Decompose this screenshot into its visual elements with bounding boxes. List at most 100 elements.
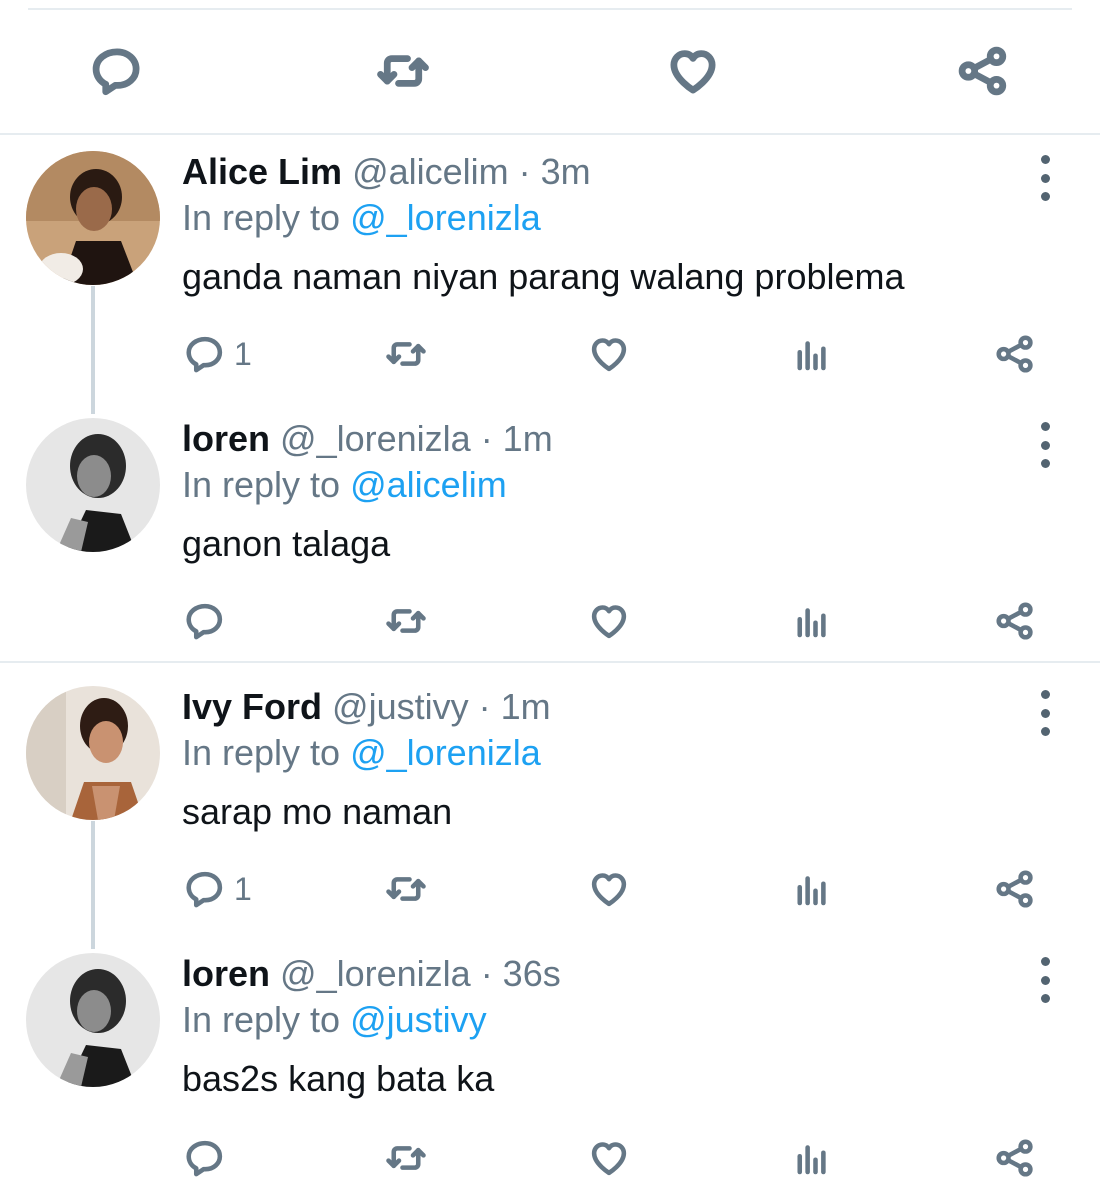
reply-prefix: In reply to [182, 197, 341, 238]
mention-link[interactable]: @justivy [350, 999, 487, 1040]
tweet-action-bar [0, 1133, 1100, 1183]
analytics-icon [791, 868, 833, 910]
more-options-button[interactable] [1030, 422, 1060, 468]
tweet-header: Ivy Ford @justivy · 1m [182, 686, 551, 728]
like-button[interactable] [588, 864, 630, 914]
share-icon [994, 868, 1036, 910]
mention-link[interactable]: @alicelim [350, 464, 507, 505]
more-options-button[interactable] [1030, 690, 1060, 736]
share-button[interactable] [994, 1133, 1036, 1183]
analytics-button[interactable] [791, 329, 833, 379]
more-options-button[interactable] [1030, 155, 1060, 201]
retweet-button[interactable] [385, 864, 427, 914]
username[interactable]: @alicelim [352, 151, 509, 192]
display-name[interactable]: Ivy Ford [182, 686, 322, 727]
tweet-header: loren @_lorenizla · 36s [182, 953, 561, 995]
mention-link[interactable]: @_lorenizla [350, 197, 541, 238]
analytics-icon [791, 1137, 833, 1179]
reply-button[interactable] [184, 1133, 234, 1183]
retweet-button[interactable] [385, 329, 427, 379]
tweet-text: ganda naman niyan parang walang problema [182, 256, 905, 297]
tweet-action-bar: 1 [0, 329, 1100, 379]
analytics-button[interactable] [791, 864, 833, 914]
heart-icon [588, 333, 630, 375]
reply-context: In reply to @alicelim [182, 464, 507, 506]
share-icon [994, 333, 1036, 375]
reply-icon [184, 333, 226, 375]
share-icon [994, 1137, 1036, 1179]
heart-icon [666, 44, 720, 98]
reply-button[interactable] [184, 596, 234, 646]
tweet-action-bar [0, 596, 1100, 646]
like-button[interactable] [588, 329, 630, 379]
share-button[interactable] [994, 596, 1036, 646]
display-name[interactable]: Alice Lim [182, 151, 342, 192]
username[interactable]: @justivy [332, 686, 469, 727]
avatar[interactable] [26, 418, 160, 552]
like-button[interactable] [588, 596, 630, 646]
tweet-text: sarap mo naman [182, 791, 453, 832]
analytics-button[interactable] [791, 596, 833, 646]
retweet-icon [385, 868, 427, 910]
heart-icon [588, 600, 630, 642]
more-vertical-icon [1040, 690, 1050, 699]
analytics-button[interactable] [791, 1133, 833, 1183]
more-options-button[interactable] [1030, 957, 1060, 1003]
heart-icon [588, 1137, 630, 1179]
tweet-text: bas2s kang bata ka [182, 1058, 495, 1099]
reply-button[interactable]: 1 [184, 329, 252, 379]
more-vertical-icon [1040, 155, 1050, 164]
reply-icon [184, 600, 226, 642]
share-button[interactable] [956, 44, 1010, 98]
tweet-text: ganon talaga [182, 523, 391, 564]
reply-prefix: In reply to [182, 732, 341, 773]
timestamp[interactable]: · 1m [481, 418, 553, 459]
reply-button[interactable]: 1 [184, 864, 252, 914]
heart-icon [588, 868, 630, 910]
reply-icon [90, 44, 144, 98]
username[interactable]: @_lorenizla [280, 953, 471, 994]
display-name[interactable]: loren [182, 953, 270, 994]
reply-button[interactable] [90, 44, 144, 98]
analytics-icon [791, 600, 833, 642]
timestamp[interactable]: · 1m [479, 686, 551, 727]
reply-prefix: In reply to [182, 999, 341, 1040]
like-button[interactable] [588, 1133, 630, 1183]
timestamp[interactable]: · 36s [481, 953, 561, 994]
share-icon [994, 600, 1036, 642]
tweet-header: loren @_lorenizla · 1m [182, 418, 553, 460]
tweet-header: Alice Lim @alicelim · 3m [182, 151, 591, 193]
reply-context: In reply to @_lorenizla [182, 732, 541, 774]
avatar[interactable] [26, 953, 160, 1087]
reply-count: 1 [234, 870, 252, 907]
more-vertical-icon [1040, 957, 1050, 966]
like-button[interactable] [666, 44, 720, 98]
retweet-button[interactable] [385, 596, 427, 646]
username[interactable]: @_lorenizla [280, 418, 471, 459]
mention-link[interactable]: @_lorenizla [350, 732, 541, 773]
main-tweet-action-bar [0, 0, 1100, 134]
share-button[interactable] [994, 329, 1036, 379]
reply-prefix: In reply to [182, 464, 341, 505]
reply-icon [184, 868, 226, 910]
avatar[interactable] [26, 686, 160, 820]
more-vertical-icon [1040, 422, 1050, 431]
reply-context: In reply to @_lorenizla [182, 197, 541, 239]
retweet-icon [385, 1137, 427, 1179]
retweet-button[interactable] [376, 44, 430, 98]
reply-count: 1 [234, 335, 252, 372]
retweet-button[interactable] [385, 1133, 427, 1183]
share-icon [956, 44, 1010, 98]
avatar[interactable] [26, 151, 160, 285]
retweet-icon [376, 44, 430, 98]
reply-context: In reply to @justivy [182, 999, 487, 1041]
timestamp[interactable]: · 3m [519, 151, 591, 192]
retweet-icon [385, 600, 427, 642]
retweet-icon [385, 333, 427, 375]
tweet-action-bar: 1 [0, 864, 1100, 914]
section-divider [0, 661, 1100, 663]
reply-icon [184, 1137, 226, 1179]
section-divider [0, 133, 1100, 135]
share-button[interactable] [994, 864, 1036, 914]
display-name[interactable]: loren [182, 418, 270, 459]
